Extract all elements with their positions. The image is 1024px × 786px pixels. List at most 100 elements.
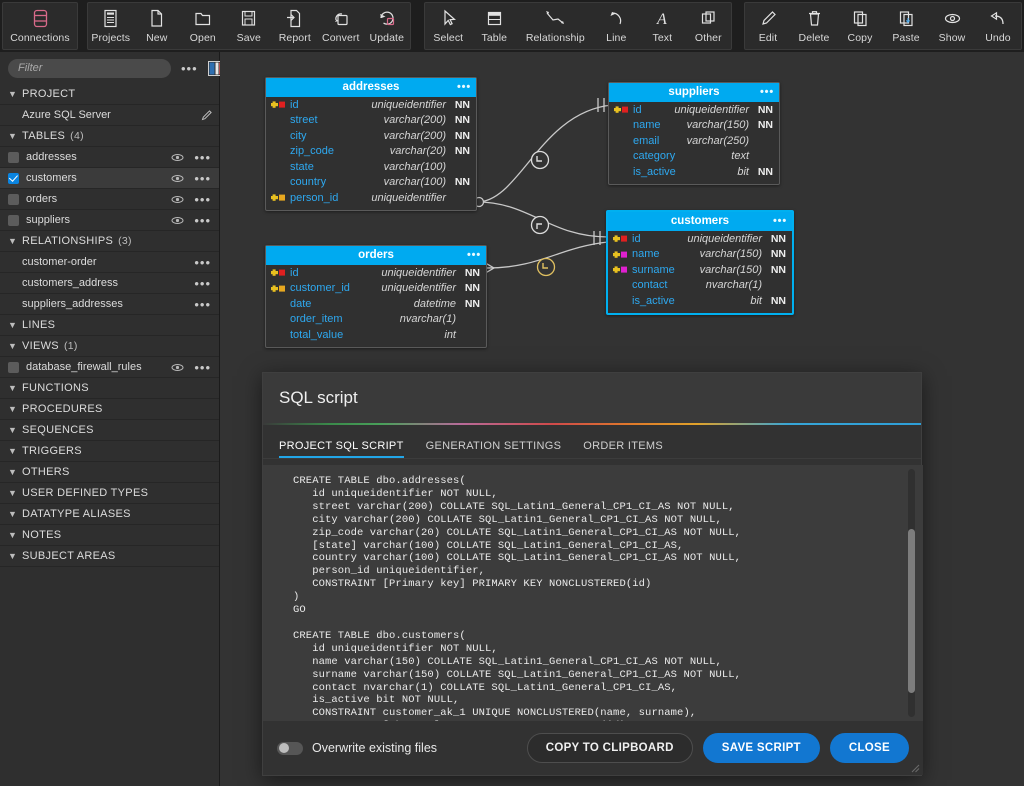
table-column-row[interactable]: email varchar(250)NN xyxy=(609,133,779,149)
table-column-row[interactable]: is_active bit NN xyxy=(608,293,792,309)
toolbar-button-other[interactable]: Other xyxy=(685,3,731,49)
sidebar-item-checkbox[interactable] xyxy=(8,214,19,226)
toolbar-button-report[interactable]: Report xyxy=(272,3,318,49)
table-header[interactable]: suppliers ••• xyxy=(609,83,779,102)
toolbar-button-convert[interactable]: Convert xyxy=(318,3,364,49)
sidebar-item-checkbox[interactable] xyxy=(8,193,19,205)
visibility-eye-icon[interactable] xyxy=(171,153,184,162)
table-column-row[interactable]: zip_code varchar(20) NN xyxy=(266,144,476,160)
table-column-row[interactable]: person_id uniqueidentifierNN xyxy=(266,190,476,206)
sidebar-item-addresses[interactable]: addresses ••• xyxy=(0,147,219,168)
tab-project-sql-script[interactable]: PROJECT SQL SCRIPT xyxy=(279,440,404,458)
table-column-row[interactable]: total_value intNN xyxy=(266,327,486,343)
diagram-table-addresses[interactable]: addresses ••• id uniqueidentifier NN street va… xyxy=(265,77,477,211)
table-menu-icon[interactable]: ••• xyxy=(760,83,774,102)
chevron-down-icon[interactable]: ▼ xyxy=(8,551,22,561)
sidebar-group-views[interactable]: ▼ VIEWS (1) xyxy=(0,336,219,357)
sidebar-item-suppliers[interactable]: suppliers ••• xyxy=(0,210,219,231)
table-column-row[interactable]: street varchar(200) NN xyxy=(266,113,476,129)
sidebar-group-user-defined-types[interactable]: ▼ USER DEFINED TYPES xyxy=(0,483,219,504)
toolbar-button-table[interactable]: Table xyxy=(471,3,517,49)
table-column-row[interactable]: country varchar(100) NN xyxy=(266,175,476,191)
toolbar-button-line[interactable]: Line xyxy=(593,3,639,49)
row-menu-icon[interactable]: ••• xyxy=(192,172,213,185)
code-scrollbar-track[interactable] xyxy=(908,469,915,717)
diagram-table-orders[interactable]: orders ••• id uniqueidentifier NN customer_id… xyxy=(265,245,487,348)
toolbar-button-open[interactable]: Open xyxy=(180,3,226,49)
table-menu-icon[interactable]: ••• xyxy=(773,212,787,231)
save-script-button[interactable]: SAVE SCRIPT xyxy=(702,733,820,763)
toolbar-button-delete[interactable]: Delete xyxy=(791,3,837,49)
table-column-row[interactable]: id uniqueidentifier NN xyxy=(266,265,486,281)
table-header[interactable]: customers ••• xyxy=(608,212,792,231)
toolbar-button-select[interactable]: Select xyxy=(425,3,471,49)
chevron-down-icon[interactable]: ▼ xyxy=(8,383,22,393)
table-column-row[interactable]: date datetime NN xyxy=(266,296,486,312)
sidebar-group-sequences[interactable]: ▼ SEQUENCES xyxy=(0,420,219,441)
visibility-eye-icon[interactable] xyxy=(171,363,184,372)
resize-grip-icon[interactable] xyxy=(910,763,920,773)
chevron-down-icon[interactable]: ▼ xyxy=(8,236,22,246)
toolbar-button-update[interactable]: Update xyxy=(364,3,410,49)
tab-generation-settings[interactable]: GENERATION SETTINGS xyxy=(426,440,562,458)
sidebar-group-datatype-aliases[interactable]: ▼ DATATYPE ALIASES xyxy=(0,504,219,525)
row-menu-icon[interactable]: ••• xyxy=(192,277,213,290)
table-menu-icon[interactable]: ••• xyxy=(467,246,481,265)
toolbar-button-connections[interactable]: Connections xyxy=(3,3,77,49)
chevron-down-icon[interactable]: ▼ xyxy=(8,341,22,351)
sql-code-viewport[interactable]: CREATE TABLE dbo.addresses( id uniqueide… xyxy=(263,465,923,723)
table-menu-icon[interactable]: ••• xyxy=(457,78,471,97)
chevron-down-icon[interactable]: ▼ xyxy=(8,446,22,456)
toolbar-button-undo[interactable]: Undo xyxy=(975,3,1021,49)
table-column-row[interactable]: city varchar(200) NN xyxy=(266,128,476,144)
table-column-row[interactable]: is_active bit NN xyxy=(609,164,779,180)
chevron-down-icon[interactable]: ▼ xyxy=(8,488,22,498)
sidebar-item-azure-sql-server[interactable]: Azure SQL Server xyxy=(0,105,219,126)
visibility-eye-icon[interactable] xyxy=(171,195,184,204)
sidebar-group-lines[interactable]: ▼ LINES xyxy=(0,315,219,336)
sidebar-group-relationships[interactable]: ▼ RELATIONSHIPS (3) xyxy=(0,231,219,252)
toolbar-button-save[interactable]: Save xyxy=(226,3,272,49)
toolbar-button-relationship[interactable]: Relationship xyxy=(517,3,593,49)
sidebar-item-checkbox[interactable] xyxy=(8,151,19,163)
table-header[interactable]: addresses ••• xyxy=(266,78,476,97)
sidebar-group-subject-areas[interactable]: ▼ SUBJECT AREAS xyxy=(0,546,219,567)
table-column-row[interactable]: category textNN xyxy=(609,149,779,165)
toolbar-button-paste[interactable]: Paste xyxy=(883,3,929,49)
visibility-eye-icon[interactable] xyxy=(171,174,184,183)
tab-order-items[interactable]: ORDER ITEMS xyxy=(583,440,663,458)
table-column-row[interactable]: order_item nvarchar(1)NN xyxy=(266,312,486,328)
ellipsis-icon[interactable]: ••• xyxy=(179,62,200,75)
overwrite-existing-files-toggle[interactable] xyxy=(277,741,303,755)
edit-pencil-icon[interactable] xyxy=(201,109,213,121)
filter-input[interactable] xyxy=(8,58,171,78)
sidebar-item-checkbox[interactable] xyxy=(8,361,19,373)
row-menu-icon[interactable]: ••• xyxy=(192,214,213,227)
toolbar-button-projects[interactable]: Projects xyxy=(88,3,134,49)
chevron-down-icon[interactable]: ▼ xyxy=(8,530,22,540)
chevron-down-icon[interactable]: ▼ xyxy=(8,131,22,141)
chevron-down-icon[interactable]: ▼ xyxy=(8,89,22,99)
copy-to-clipboard-button[interactable]: COPY TO CLIPBOARD xyxy=(526,733,693,763)
table-column-row[interactable]: customer_id uniqueidentifier NN xyxy=(266,281,486,297)
toolbar-button-edit[interactable]: Edit xyxy=(745,3,791,49)
sidebar-item-customer-order[interactable]: customer-order ••• xyxy=(0,252,219,273)
toolbar-button-copy[interactable]: Copy xyxy=(837,3,883,49)
sidebar-group-tables[interactable]: ▼ TABLES (4) xyxy=(0,126,219,147)
table-column-row[interactable]: contact nvarchar(1)NN xyxy=(608,278,792,294)
chevron-down-icon[interactable]: ▼ xyxy=(8,467,22,477)
table-column-row[interactable]: id uniqueidentifier NN xyxy=(266,97,476,113)
chevron-down-icon[interactable]: ▼ xyxy=(8,404,22,414)
chevron-down-icon[interactable]: ▼ xyxy=(8,320,22,330)
close-button[interactable]: CLOSE xyxy=(829,733,909,763)
sidebar-item-orders[interactable]: orders ••• xyxy=(0,189,219,210)
diagram-table-customers[interactable]: customers ••• id uniqueidentifier NN name varc… xyxy=(606,210,794,315)
table-column-row[interactable]: name varchar(150) NN xyxy=(609,118,779,134)
toolbar-button-show[interactable]: Show xyxy=(929,3,975,49)
sidebar-item-customers_address[interactable]: customers_address ••• xyxy=(0,273,219,294)
toolbar-button-new[interactable]: New xyxy=(134,3,180,49)
table-header[interactable]: orders ••• xyxy=(266,246,486,265)
sidebar-item-checkbox[interactable] xyxy=(8,172,19,184)
sidebar-group-others[interactable]: ▼ OTHERS xyxy=(0,462,219,483)
sidebar-group-notes[interactable]: ▼ NOTES xyxy=(0,525,219,546)
